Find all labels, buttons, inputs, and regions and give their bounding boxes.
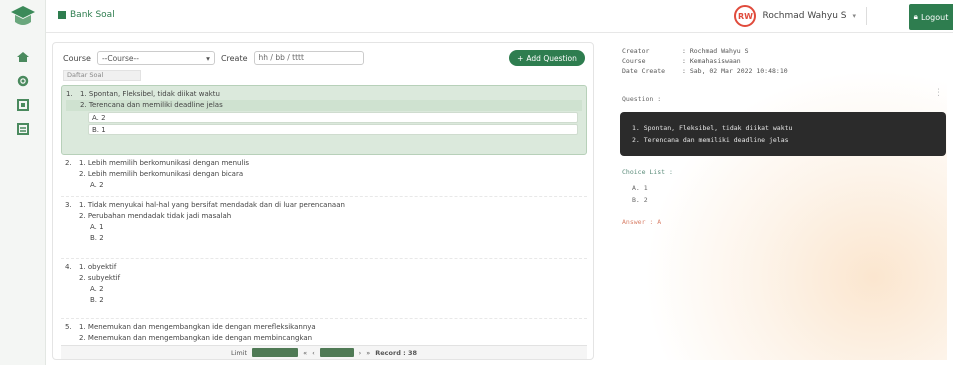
record-count: Record : 38 (375, 348, 418, 357)
question-number: 1. (66, 90, 73, 98)
breadcrumb[interactable]: Bank Soal (58, 10, 115, 20)
plus-icon: + (517, 53, 524, 63)
question-text: 1. obyektif (79, 263, 117, 271)
course-value: : Kemahasiswaan (682, 57, 741, 65)
create-date-input[interactable]: hh / bb / tttt (253, 51, 364, 65)
choice-item: A. 2 (88, 112, 578, 123)
question-text: 1. Menemukan dan mengembangkan ide denga… (79, 323, 316, 331)
question-preview: 1. Spontan, Fleksibel, tidak diikat wakt… (620, 112, 946, 156)
filter-bar: Course --Course-- ▾ Create hh / bb / ttt… (63, 51, 364, 65)
more-options-icon[interactable]: ⋮ (934, 88, 943, 98)
prev-page-icon[interactable]: ‹ (312, 349, 315, 357)
next-page-icon[interactable]: › (359, 349, 362, 357)
course-select[interactable]: --Course-- ▾ (96, 51, 215, 65)
question-text: 2. Perubahan mendadak tidak jadi masalah (79, 212, 232, 220)
question-text: 2. Terencana dan memiliki deadline jelas (66, 100, 582, 111)
add-question-button[interactable]: + Add Question (509, 50, 585, 66)
date-value: : Sab, 02 Mar 2022 10:48:10 (682, 67, 788, 75)
choice-item: A. 1 (90, 223, 104, 231)
list-caption: Daftar Soal (63, 70, 141, 81)
settings-icon[interactable] (14, 72, 32, 90)
course-select-value: --Course-- (101, 53, 139, 63)
choice-item: A. 2 (90, 285, 104, 293)
pagination: Limit « ‹ › » Record : 38 (61, 345, 587, 359)
user-name: Rochmad Wahyu S (762, 11, 847, 21)
question-list-panel: Course --Course-- ▾ Create hh / bb / ttt… (52, 42, 594, 360)
answer-label: Answer : A (622, 218, 662, 226)
question-line: 3. 1. Tidak menyukai hal-hal yang bersifa… (65, 200, 583, 211)
lock-icon: 🔒︎ (913, 12, 918, 21)
chevron-down-icon: ▾ (206, 53, 210, 63)
app-logo-icon[interactable] (8, 4, 38, 30)
avatar: RW (734, 5, 757, 27)
chevron-down-icon: ▾ (852, 12, 856, 20)
choice-list-item: A. 1 (632, 184, 648, 192)
question-text: 1. Spontan, Fleksibel, tidak diikat wakt… (80, 90, 220, 98)
top-bar: Bank Soal RW Rochmad Wahyu S ▾ 🔒︎ Logout (46, 0, 953, 33)
limit-select[interactable] (252, 348, 299, 357)
add-question-label: Add Question (526, 53, 577, 63)
question-number: 4. (65, 263, 72, 271)
preview-line: 2. Terencana dan memiliki deadline jelas (632, 136, 789, 144)
dashboard-icon[interactable] (14, 48, 32, 66)
question-text: 2. Menemukan dan mengembangkan ide denga… (79, 334, 313, 342)
creator-key: Creator (622, 47, 650, 55)
question-text: 2. subyektif (79, 274, 121, 282)
choice-list-item: B. 2 (632, 196, 648, 204)
last-page-icon[interactable]: » (366, 349, 370, 357)
question-number: 3. (65, 201, 72, 209)
question-line: 2. 1. Lebih memilih berkomunikasi dengan … (65, 158, 583, 169)
question-detail-panel: Creator : Rochmad Wahyu S Course : Kemahas… (614, 42, 947, 360)
divider (866, 7, 867, 25)
question-line: 5. 1. Menemukan dan mengembangkan ide den… (65, 322, 583, 333)
creator-value: : Rochmad Wahyu S (682, 47, 749, 55)
course-label: Course (63, 53, 91, 63)
question-bank-icon[interactable] (14, 96, 32, 114)
list-item[interactable]: 2. 1. Lebih memilih berkomunikasi dengan … (61, 155, 587, 197)
question-number: 5. (65, 323, 72, 331)
choice-list-label: Choice List : (622, 168, 673, 176)
brand-label: Bank Soal (70, 10, 115, 20)
question-number: 2. (65, 159, 72, 167)
question-text: 2. Lebih memilih berkomunikasi dengan bi… (79, 170, 244, 178)
create-label: Create (220, 53, 248, 63)
choice-item: B. 2 (90, 296, 104, 304)
bank-soal-icon (58, 11, 66, 19)
question-line: 1. 1. Spontan, Fleksibel, tidak diikat wa… (66, 89, 582, 100)
question-text: 1. Lebih memilih berkomunikasi dengan me… (79, 159, 249, 167)
report-icon[interactable] (14, 120, 32, 138)
list-item[interactable]: 1. 1. Spontan, Fleksibel, tidak diikat wa… (61, 85, 587, 155)
choice-list: A. 1 B. 2 (622, 182, 648, 206)
list-item[interactable]: 4. 1. obyektif 2. subyektif A. 2 B. 2 (61, 259, 587, 319)
question-list: 1. 1. Spontan, Fleksibel, tidak diikat wa… (61, 85, 587, 349)
choice-item: A. 2 (90, 181, 104, 189)
preview-line: 1. Spontan, Fleksibel, tidak diikat wakt… (632, 124, 793, 132)
course-key: Course (622, 57, 646, 65)
choice-item: B. 1 (88, 124, 578, 135)
user-menu[interactable]: RW Rochmad Wahyu S ▾ (734, 5, 867, 27)
question-meta: Creator : Rochmad Wahyu S Course : Kemahas… (622, 46, 788, 76)
list-item[interactable]: 3. 1. Tidak menyukai hal-hal yang bersifa… (61, 197, 587, 259)
date-key: Date Create (622, 67, 666, 75)
first-page-icon[interactable]: « (303, 349, 307, 357)
page-input[interactable] (319, 348, 354, 357)
question-line: 4. 1. obyektif (65, 262, 583, 273)
logout-button[interactable]: 🔒︎ Logout (909, 4, 953, 30)
question-label: Question : (622, 95, 662, 103)
logout-label: Logout (920, 12, 949, 22)
question-text: 1. Tidak menyukai hal-hal yang bersifat … (79, 201, 345, 209)
sidebar (0, 0, 46, 365)
limit-label: Limit (230, 348, 248, 357)
choice-item: B. 2 (90, 234, 104, 242)
